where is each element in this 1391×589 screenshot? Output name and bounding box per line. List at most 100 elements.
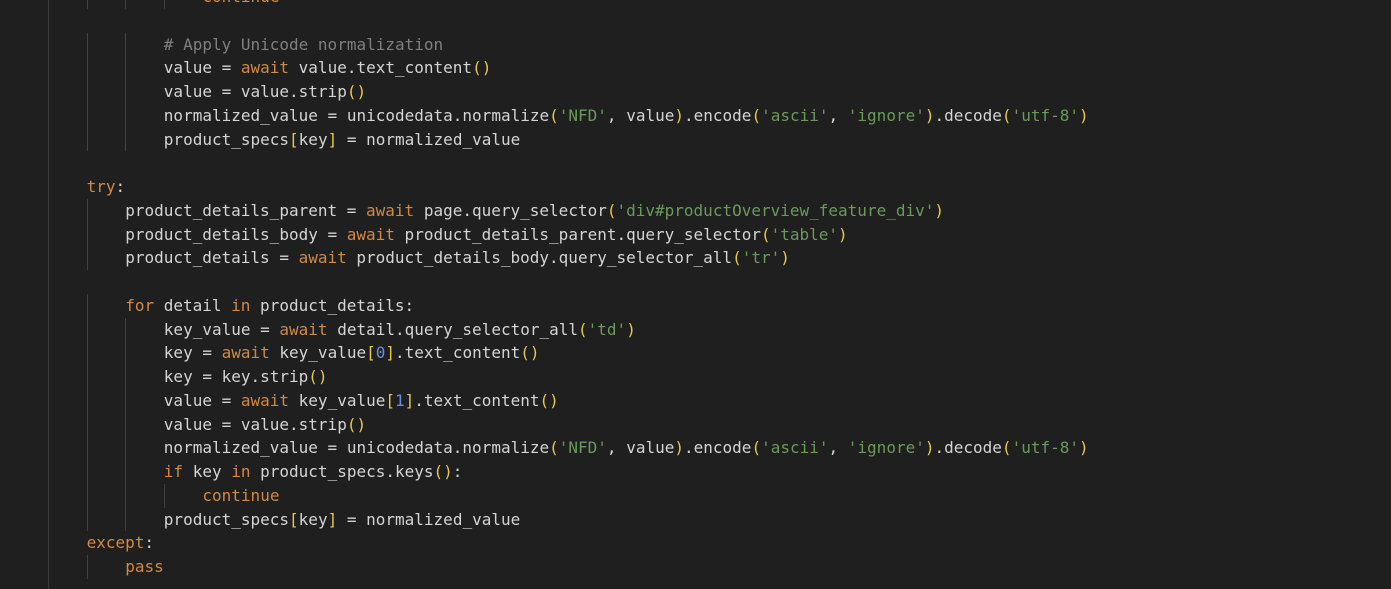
indent-guide [86,198,88,223]
code-token: 'ascii' [761,438,829,458]
code-token: = normalized_value [337,509,521,529]
code-line[interactable]: product_details = await product_details_… [48,246,1089,270]
code-token: () [308,367,328,386]
code-token: await [221,343,270,363]
indent-guide [125,460,127,484]
code-line[interactable]: value = value.strip() [48,412,1089,437]
code-token: () [520,343,540,363]
indent-guide [125,127,127,152]
code-line[interactable]: for detail in product_details: [48,293,1089,318]
code-token: ( [1001,105,1012,125]
indent-guide [125,388,127,413]
code-token: () [346,82,367,101]
code-token: ( [549,438,559,458]
code-line[interactable]: pass [48,555,1089,579]
code-line[interactable] [48,270,1089,294]
code-token: key = [163,343,222,363]
code-token: key_value = [163,319,280,339]
code-line[interactable] [48,151,1089,175]
indent-guide [86,103,88,128]
code-token: key_value [289,390,386,410]
code-line[interactable]: product_specs[key] = normalized_value [48,507,1089,532]
indent-guide [86,56,88,80]
indent-guide [86,293,88,318]
code-line[interactable]: value = await value.text_content() [48,56,1089,80]
indent-guide [163,0,165,9]
code-token: : [144,533,155,553]
code-token: ] [404,390,415,410]
code-token: 'utf-8' [1011,438,1079,458]
indent-guide [86,365,88,389]
code-token: product_details_body.query_selector_all [346,248,733,268]
code-token: await [346,224,395,244]
code-token: [ [289,509,299,529]
code-token: value = value.strip [163,414,347,434]
indent-guide [86,388,88,413]
code-line[interactable]: value = await key_value[1].text_content(… [48,388,1089,413]
code-token: ( [760,224,771,244]
code-token: () [472,58,492,78]
indent-guide [125,341,127,365]
code-token: 'NFD' [558,105,607,125]
code-token: .encode [684,105,752,125]
code-token: try [86,177,116,196]
code-token: ( [732,248,742,268]
code-line[interactable] [48,9,1089,33]
code-token: key = key.strip [163,367,309,386]
code-line[interactable]: except: [48,531,1089,555]
code-token: continue [202,485,280,505]
indent-guide [86,32,88,57]
code-token: .text_content [414,390,540,410]
code-token: ) [626,319,636,339]
code-line[interactable]: product_specs[key] = normalized_value [48,127,1089,152]
indent-guide [125,507,127,532]
code-token: [ [366,343,376,363]
code-line[interactable]: key = key.strip() [48,365,1089,389]
code-token: ) [780,248,790,268]
code-line[interactable]: normalized_value = unicodedata.normalize… [48,103,1089,128]
code-token: .decode [934,105,1002,125]
code-line[interactable]: # Apply Unicode normalization [48,32,1089,57]
code-line[interactable]: product_details_body = await product_det… [48,222,1089,247]
indent-guide [86,507,88,532]
code-token: key [298,129,328,149]
indent-guide [125,56,127,80]
code-token: in [231,462,251,481]
indent-guide [86,341,88,365]
code-token: ( [1001,438,1012,458]
code-token: value = [163,390,241,410]
indent-guide [125,365,127,389]
code-token: .decode [934,438,1002,458]
code-token: key_value [269,343,367,363]
code-token: ] [385,343,396,363]
code-token: ( [751,438,762,458]
indent-guide [86,436,88,460]
code-line[interactable]: continue [48,483,1089,508]
code-line[interactable]: continue [48,0,1089,9]
code-line[interactable]: key_value = await detail.query_selector_… [48,317,1089,342]
indent-guide [125,0,127,9]
code-line[interactable]: product_details_parent = await page.quer… [48,198,1089,223]
code-token: 1 [395,390,405,410]
code-line[interactable]: key = await key_value[0].text_content() [48,341,1089,365]
code-line[interactable]: if key in product_specs.keys(): [48,460,1089,484]
code-token: ) [674,438,684,458]
code-editor[interactable]: continue # Apply Unicode normalizationva… [0,0,1391,589]
code-area[interactable]: continue # Apply Unicode normalizationva… [48,0,1089,579]
code-token: 'ignore' [847,438,925,458]
code-line[interactable]: value = value.strip() [48,80,1089,104]
code-line[interactable]: try: [48,175,1089,199]
code-token: product_details_parent.query_selector [394,224,761,244]
code-token: 'div#productOverview_feature_div' [616,200,935,220]
code-line[interactable]: normalized_value = unicodedata.normalize… [48,436,1089,460]
code-token: ( [578,319,588,339]
code-token: normalized_value = unicodedata.normalize [163,105,550,125]
indent-guide [125,32,127,57]
code-token: pass [125,557,164,576]
code-token: page.query_selector [414,200,607,220]
indent-guide [125,483,127,508]
code-token: # Apply Unicode normalization [163,34,444,54]
code-token: normalized_value = unicodedata.normalize [163,438,550,458]
indent-guide [125,317,127,342]
code-token: () [433,462,453,481]
